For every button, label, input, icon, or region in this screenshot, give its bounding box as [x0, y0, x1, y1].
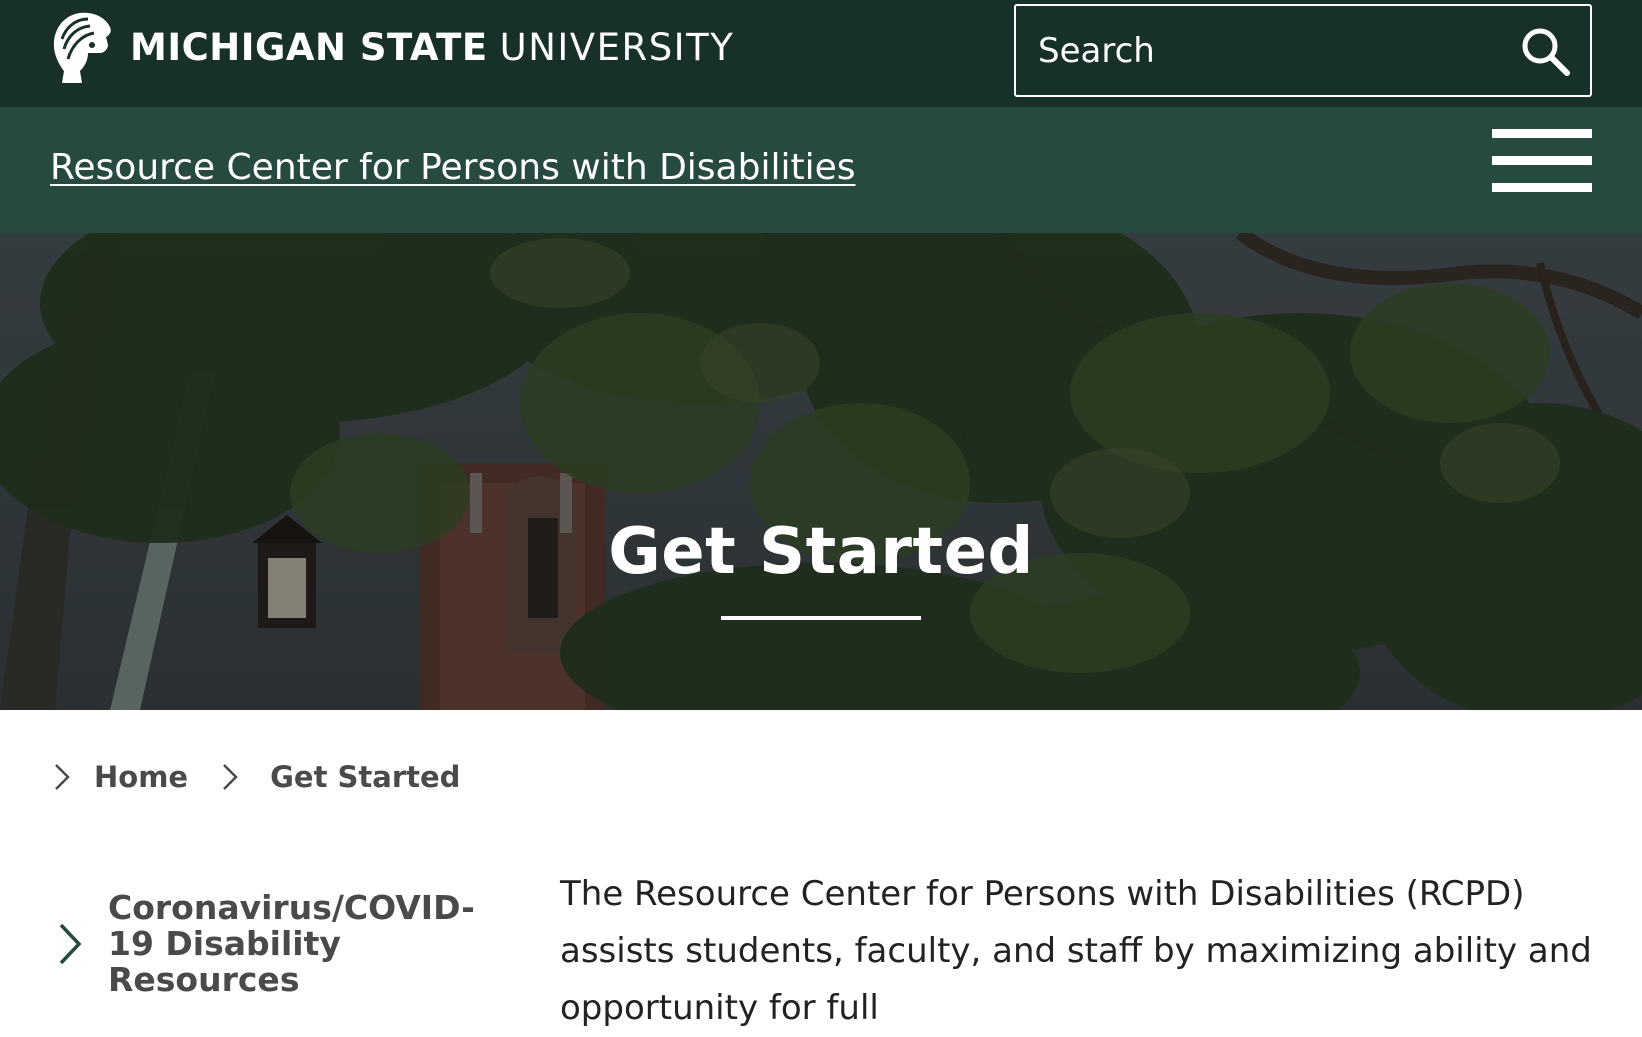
menu-bar-middle	[1492, 156, 1592, 165]
hamburger-menu-icon	[1492, 129, 1592, 138]
search-button[interactable]	[1500, 6, 1590, 95]
hero-background-image	[0, 233, 1642, 710]
intro-paragraph: The Resource Center for Persons with Dis…	[560, 874, 1592, 1028]
breadcrumb-home-link[interactable]: Home	[94, 760, 188, 794]
msu-home-link[interactable]: MICHIGAN STATE UNIVERSITY	[48, 4, 734, 90]
chevron-right-icon	[55, 764, 70, 790]
side-nav-item-covid-resources[interactable]: Coronavirus/COVID-19 Disability Resource…	[50, 890, 490, 998]
menu-button[interactable]	[1492, 129, 1592, 193]
search-input[interactable]	[1016, 6, 1500, 95]
spartan-helmet-icon	[53, 12, 111, 83]
search-box	[1014, 4, 1592, 97]
title-underline-divider	[721, 616, 921, 620]
site-header: MICHIGAN STATE UNIVERSITY	[0, 0, 1642, 107]
menu-bar-bottom	[1492, 183, 1592, 192]
chevron-right-icon	[223, 764, 238, 790]
breadcrumb: Home Get Started	[50, 760, 460, 794]
side-nav-item-label: Coronavirus/COVID-19 Disability Resource…	[108, 888, 475, 999]
brand-name-light: UNIVERSITY	[499, 25, 735, 69]
unit-bar: Resource Center for Persons with Disabil…	[0, 107, 1642, 233]
page-title: Get Started	[608, 515, 1034, 589]
brand-name-bold: MICHIGAN STATE	[130, 25, 488, 69]
hero-banner: Get Started	[0, 233, 1642, 710]
search-icon	[1522, 28, 1570, 76]
breadcrumb-current: Get Started	[270, 760, 461, 794]
chevron-right-icon	[59, 923, 82, 965]
unit-title-link[interactable]: Resource Center for Persons with Disabil…	[50, 147, 856, 188]
